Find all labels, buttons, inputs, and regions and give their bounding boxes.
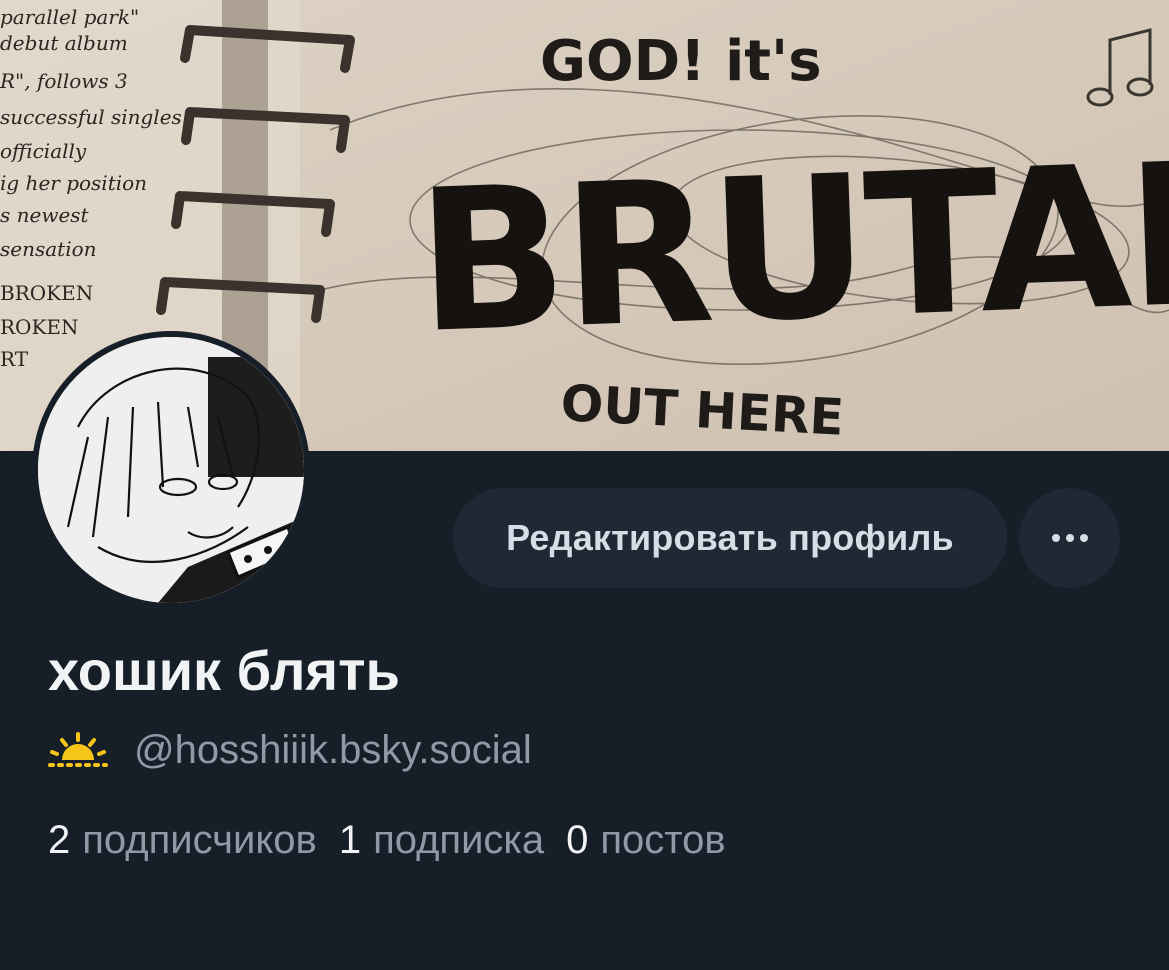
- display-name: хошик блять: [48, 639, 400, 702]
- banner-note: s newest: [0, 203, 90, 227]
- posts-stat: 0 постов: [566, 818, 726, 863]
- followers-label: подписчиков: [82, 817, 317, 862]
- avatar[interactable]: [32, 331, 310, 609]
- posts-count: 0: [566, 817, 589, 862]
- banner-text-main: BRUTAL: [414, 120, 1169, 377]
- banner-note: RT: [0, 347, 29, 371]
- banner-note: parallel park": [0, 5, 139, 29]
- banner-note: R", follows 3: [0, 69, 128, 93]
- followers-stat[interactable]: 2 подписчиков: [48, 818, 317, 863]
- banner-note: sensation: [0, 237, 97, 261]
- edit-profile-label: Редактировать профиль: [506, 517, 954, 558]
- posts-label: постов: [600, 817, 726, 862]
- avatar-image: [38, 337, 304, 603]
- following-stat[interactable]: 1 подписка: [339, 818, 544, 863]
- profile-stats: 2 подписчиков 1 подписка 0 постов: [48, 812, 748, 868]
- banner-note: debut album: [0, 31, 128, 55]
- edit-profile-button[interactable]: Редактировать профиль: [453, 488, 1007, 588]
- banner-note: successful singles: [0, 105, 182, 129]
- more-dots-icon: [1051, 534, 1088, 542]
- banner-note: officially: [0, 139, 87, 163]
- sunrise-icon: [48, 732, 108, 767]
- profile-handle[interactable]: @hosshiiik.bsky.social: [134, 728, 532, 773]
- following-label: подписка: [373, 817, 545, 862]
- banner-note: BROKEN: [0, 281, 93, 305]
- banner-note: ROKEN: [0, 315, 79, 339]
- followers-count: 2: [48, 817, 71, 862]
- banner-note: ig her position: [0, 171, 147, 195]
- handle-row: @hosshiiik.bsky.social: [48, 722, 532, 778]
- more-options-button[interactable]: [1019, 488, 1120, 588]
- banner-text-god: GOD! it's: [540, 29, 822, 94]
- following-count: 1: [338, 817, 362, 862]
